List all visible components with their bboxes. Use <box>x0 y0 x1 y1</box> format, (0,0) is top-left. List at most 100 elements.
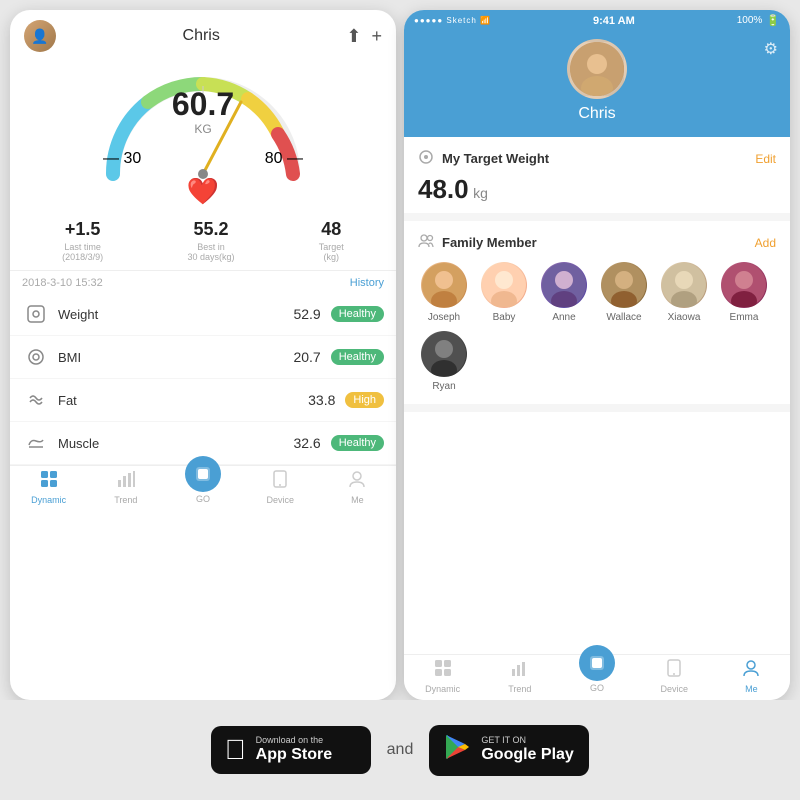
profile-header: ⚙ Chris <box>404 31 790 137</box>
ryan-avatar <box>421 331 467 377</box>
muscle-label: Muscle <box>58 436 293 451</box>
trend-icon-left <box>117 470 135 493</box>
google-play-name: Google Play <box>481 745 573 764</box>
add-icon[interactable]: + <box>371 26 382 47</box>
settings-icon[interactable]: ⚙ <box>764 39 778 59</box>
family-title: Family Member <box>442 235 537 250</box>
go-button-left[interactable] <box>185 456 221 492</box>
nav-me-left[interactable]: Me <box>319 470 396 505</box>
left-bottom-nav: Dynamic Trend GO Device <box>10 465 396 511</box>
go-button-right[interactable] <box>579 645 615 681</box>
google-play-button[interactable]: GET IT ON Google Play <box>429 725 589 776</box>
avatar[interactable]: 👤 <box>24 20 56 52</box>
and-label: and <box>387 741 414 759</box>
family-header: Family Member Add <box>418 233 776 252</box>
app-store-text: Download on the App Store <box>256 735 332 764</box>
joseph-name: Joseph <box>428 312 460 323</box>
nav-trend-right[interactable]: Trend <box>481 659 558 694</box>
history-link[interactable]: History <box>350 277 384 289</box>
bmi-value: 20.7 <box>293 349 320 365</box>
baby-name: Baby <box>493 312 516 323</box>
family-member-emma[interactable]: Emma <box>718 262 770 323</box>
family-member-anne[interactable]: Anne <box>538 262 590 323</box>
stat-target: 48 Target (kg) <box>319 219 344 262</box>
target-weight-value: 48.0 kg <box>418 174 776 205</box>
profile-avatar[interactable] <box>567 39 627 99</box>
status-bar: ●●●●● Sketch 📶 9:41 AM 100% 🔋 <box>404 10 790 31</box>
stat-best-label: Best in 30 days(kg) <box>187 242 234 262</box>
right-bottom-nav: Dynamic Trend GO Device <box>404 654 790 700</box>
right-content: My Target Weight Edit 48.0 kg Family <box>404 137 790 654</box>
family-member-ryan[interactable]: Ryan <box>418 331 470 392</box>
nav-me-right[interactable]: Me <box>713 659 790 694</box>
dynamic-label-right: Dynamic <box>425 684 460 694</box>
nav-go-right[interactable]: GO <box>558 659 635 694</box>
family-member-wallace[interactable]: Wallace <box>598 262 650 323</box>
stat-target-value: 48 <box>319 219 344 240</box>
family-icon <box>418 233 434 252</box>
baby-avatar <box>481 262 527 308</box>
gauge-value: 60.7 KG <box>172 88 234 136</box>
family-member-joseph[interactable]: Joseph <box>418 262 470 323</box>
target-weight-section: My Target Weight Edit 48.0 kg <box>404 137 790 221</box>
device-icon-left <box>272 470 288 493</box>
bmi-icon <box>22 343 50 371</box>
device-label-left: Device <box>266 495 294 505</box>
gauge-labels: — 30 80 — <box>93 150 313 168</box>
family-title-row: Family Member <box>418 233 537 252</box>
xiaowa-avatar <box>661 262 707 308</box>
weight-unit: KG <box>172 122 234 136</box>
nav-go-left[interactable]: GO <box>164 470 241 505</box>
wallace-avatar <box>601 262 647 308</box>
history-header: 2018-3-10 15:32 History <box>10 270 396 293</box>
device-icon-right <box>666 659 682 682</box>
edit-button[interactable]: Edit <box>755 152 776 166</box>
target-weight-icon <box>418 149 434 168</box>
emma-name: Emma <box>730 312 759 323</box>
nav-dynamic-left[interactable]: Dynamic <box>10 470 87 505</box>
family-grid: Joseph Baby Anne <box>418 258 776 396</box>
nav-device-left[interactable]: Device <box>242 470 319 505</box>
dynamic-label-left: Dynamic <box>31 495 66 505</box>
me-icon-right <box>742 659 760 682</box>
emma-avatar <box>721 262 767 308</box>
target-title-row: My Target Weight <box>418 149 549 168</box>
store-section:  Download on the App Store and <box>0 700 800 800</box>
status-right: 100% 🔋 <box>737 14 780 27</box>
fat-label: Fat <box>58 393 308 408</box>
right-phone: ●●●●● Sketch 📶 9:41 AM 100% 🔋 ⚙ Chris <box>404 10 790 700</box>
gauge-min-label: — 30 <box>103 150 141 168</box>
add-member-button[interactable]: Add <box>755 236 776 250</box>
family-member-baby[interactable]: Baby <box>478 262 530 323</box>
nav-trend-left[interactable]: Trend <box>87 470 164 505</box>
google-play-icon <box>443 733 471 768</box>
nav-device-right[interactable]: Device <box>636 659 713 694</box>
stat-last-time: +1.5 Last time (2018/3/9) <box>62 219 103 262</box>
family-member-section: Family Member Add Joseph <box>404 221 790 412</box>
bmi-label: BMI <box>58 350 293 365</box>
stat-best: 55.2 Best in 30 days(kg) <box>187 219 234 262</box>
signal-indicator: ●●●●● Sketch 📶 <box>414 16 491 25</box>
weight-icon <box>22 300 50 328</box>
stat-last-value: +1.5 <box>62 219 103 240</box>
fat-badge: High <box>345 392 384 408</box>
target-weight-unit: kg <box>473 185 488 201</box>
gauge-max-label: 80 — <box>265 150 303 168</box>
app-store-button[interactable]:  Download on the App Store <box>211 726 371 774</box>
left-header: 👤 Chris ⬆ + <box>10 10 396 56</box>
target-weight-header: My Target Weight Edit <box>418 149 776 168</box>
nav-dynamic-right[interactable]: Dynamic <box>404 659 481 694</box>
share-icon[interactable]: ⬆ <box>346 26 361 47</box>
profile-name: Chris <box>578 105 615 123</box>
muscle-value: 32.6 <box>293 435 320 451</box>
muscle-badge: Healthy <box>331 435 384 451</box>
anne-name: Anne <box>552 312 575 323</box>
me-label-right: Me <box>745 684 758 694</box>
weight-gauge: 60.7 KG — 30 80 — <box>93 64 313 184</box>
dynamic-icon-right <box>434 659 452 682</box>
joseph-avatar <box>421 262 467 308</box>
battery-label: 100% <box>737 15 763 26</box>
weight-badge: Healthy <box>331 306 384 322</box>
ryan-name: Ryan <box>432 381 455 392</box>
family-member-xiaowa[interactable]: Xiaowa <box>658 262 710 323</box>
